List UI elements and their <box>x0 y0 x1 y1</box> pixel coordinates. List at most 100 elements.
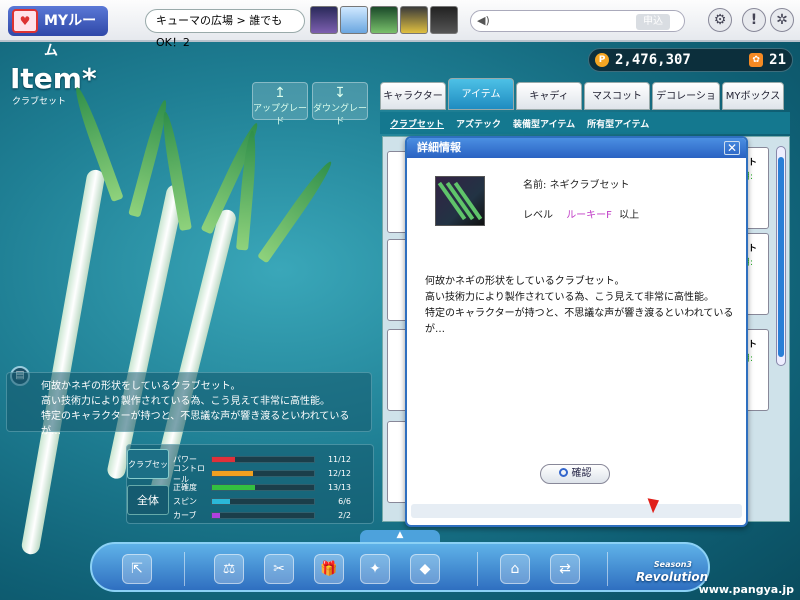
stat-fill <box>212 485 255 490</box>
stat-fill <box>212 457 236 462</box>
location-breadcrumb[interactable]: キューマの広場 > 誰でもOK！2 <box>145 9 305 49</box>
stat-bar <box>211 484 315 491</box>
site-url: www.pangya.jp <box>698 583 794 596</box>
notice-icon[interactable]: ! <box>742 8 766 32</box>
dialog-footer <box>411 504 742 518</box>
list-scrollbar[interactable] <box>776 146 786 366</box>
stat-bar <box>211 470 315 477</box>
arrow-up-icon: ↥ <box>274 85 286 101</box>
subtab-clubset[interactable]: クラブセット <box>390 117 444 130</box>
stat-fill <box>212 499 231 504</box>
tools-icon[interactable]: ✂ <box>264 554 294 584</box>
arrow-down-icon: ↧ <box>334 85 346 101</box>
level-row: レベル ルーキーF 以上 <box>523 206 639 221</box>
item-description: 何故かネギの形状をしているクラブセット。 高い技術力により製作されている為、こう… <box>6 372 372 437</box>
dialog-description: 何故かネギの形状をしているクラブセット。 高い技術力により製作されている為、こう… <box>425 274 735 338</box>
leaf <box>257 158 336 264</box>
stat-row: スピン 6/6 <box>173 495 351 508</box>
upgrade-label: アップグレード <box>253 104 308 127</box>
pangya-brand-logo: Season3 Revolution <box>600 538 710 594</box>
trade-icon[interactable]: ⇄ <box>550 554 580 584</box>
stats-all-button[interactable]: 全体 <box>127 485 169 515</box>
gear-icon[interactable]: ✲ <box>770 8 794 32</box>
scroll-thumb[interactable] <box>778 157 784 357</box>
avatar[interactable] <box>370 6 398 34</box>
tab-decoration[interactable]: デコレーション <box>652 82 720 130</box>
description-line: 特定のキャラクターが持つと、不思議な声が響き渡るといわれているが… <box>41 411 350 437</box>
dock-separator <box>477 552 478 586</box>
exit-icon[interactable]: ⇱ <box>122 554 152 584</box>
level-label: レベル <box>523 210 553 221</box>
dock-separator <box>184 552 185 586</box>
chat-input[interactable]: ◀) 申込 <box>470 10 685 32</box>
subtab-owned-item[interactable]: 所有型アイテム <box>587 117 649 130</box>
brand-season: Season3 <box>653 560 692 569</box>
stat-bar <box>211 498 315 505</box>
page-subtitle: クラブセット <box>12 97 67 107</box>
stats-panel: クラブセット 全体 パワー11/12 コントロール12/12 正確度13/13 … <box>126 444 374 524</box>
stat-label: 正確度 <box>173 483 197 492</box>
stat-value: 6/6 <box>338 497 351 506</box>
description-line: 何故かネギの形状をしているクラブセット。 <box>41 381 241 392</box>
tab-character[interactable]: キャラクター <box>380 82 446 110</box>
pang-amount: 2,476,307 <box>615 52 691 68</box>
tab-caddie[interactable]: キャディ <box>516 82 582 110</box>
confirm-label: 確認 <box>571 468 592 479</box>
tab-item[interactable]: アイテム <box>448 78 514 110</box>
gift-icon[interactable]: 🎁 <box>314 554 344 584</box>
stat-value: 12/12 <box>327 469 351 478</box>
myroom-logo[interactable]: ♥ MYルーム <box>8 6 108 59</box>
puzzle-icon[interactable]: ✦ <box>360 554 390 584</box>
item-name-row: 名前: ネギクラブセット <box>523 180 630 191</box>
home-icon[interactable]: ⌂ <box>500 554 530 584</box>
stat-fill <box>212 513 221 518</box>
bag-icon[interactable]: ◆ <box>410 554 440 584</box>
brand-name: Revolution <box>636 570 709 584</box>
item-name: ネギクラブセット <box>549 180 630 191</box>
item-subtabs: クラブセット アズテック 装備型アイテム 所有型アイテム <box>380 112 790 134</box>
description-line: 高い技術力により製作されている為、こう見えて非常に高性能。 <box>41 396 330 407</box>
name-label: 名前 <box>523 180 543 191</box>
tab-mybox[interactable]: MYボックス <box>722 82 784 110</box>
speaker-icon: ◀) <box>477 14 490 27</box>
subtab-equip-item[interactable]: 装備型アイテム <box>513 117 575 130</box>
leek-club-1 <box>20 168 106 556</box>
downgrade-label: ダウングレード <box>313 104 368 127</box>
upgrade-button[interactable]: ↥ アップグレード <box>252 82 308 127</box>
level-value: ルーキーF <box>566 210 612 221</box>
top-bar: ♥ MYルーム キューマの広場 > 誰でもOK！2 ◀) 申込 ⚙ ! ✲ <box>0 0 800 59</box>
stat-bar <box>211 456 315 463</box>
avatar[interactable] <box>310 6 338 34</box>
avatar[interactable] <box>400 6 428 34</box>
stat-value: 2/2 <box>338 511 351 520</box>
shop-scale-icon[interactable]: ⚖ <box>214 554 244 584</box>
point-amount: 21 <box>769 52 786 68</box>
dialog-desc-line: 特定のキャラクターが持つと、不思議な声が響き渡るといわれているが… <box>425 308 734 335</box>
cookie-point-icon: ✿ <box>749 53 764 67</box>
pang-coin-icon: P <box>595 53 609 67</box>
downgrade-button[interactable]: ↧ ダウングレード <box>312 82 368 127</box>
detail-dialog: 詳細情報 ✕ 名前: ネギクラブセット レベル ルーキーF 以上 何故かネギの形… <box>405 136 748 527</box>
stat-value: 13/13 <box>327 483 351 492</box>
category-tabs: キャラクター アイテム キャディ マスコット デコレーション MYボックス <box>380 78 784 130</box>
stats-category-tag[interactable]: クラブセット <box>127 449 169 499</box>
chat-send-button[interactable]: 申込 <box>636 14 670 30</box>
stat-value: 11/12 <box>327 455 351 464</box>
tab-mascot[interactable]: マスコット <box>584 82 650 110</box>
stat-row: カーブ 2/2 <box>173 509 351 522</box>
dialog-title: 詳細情報 <box>407 138 746 158</box>
stat-bar <box>211 512 315 519</box>
currency-bar: P 2,476,307 ✿ 21 <box>588 48 793 72</box>
dialog-desc-line: 高い技術力により製作されている為、こう見えて非常に高性能。 <box>425 292 714 303</box>
stat-label: カーブ <box>173 511 197 520</box>
subtab-aztec[interactable]: アズテック <box>456 117 501 130</box>
stat-label: スピン <box>173 497 197 506</box>
avatar[interactable] <box>430 6 458 34</box>
close-icon[interactable]: ✕ <box>724 141 740 155</box>
room-icon: ♥ <box>12 9 38 33</box>
myroom-label: MYルーム <box>44 13 97 59</box>
shop-icon[interactable]: ⚙ <box>708 8 732 32</box>
confirm-icon <box>558 468 568 477</box>
avatar[interactable] <box>340 6 368 34</box>
confirm-button[interactable]: 確認 <box>540 464 610 484</box>
